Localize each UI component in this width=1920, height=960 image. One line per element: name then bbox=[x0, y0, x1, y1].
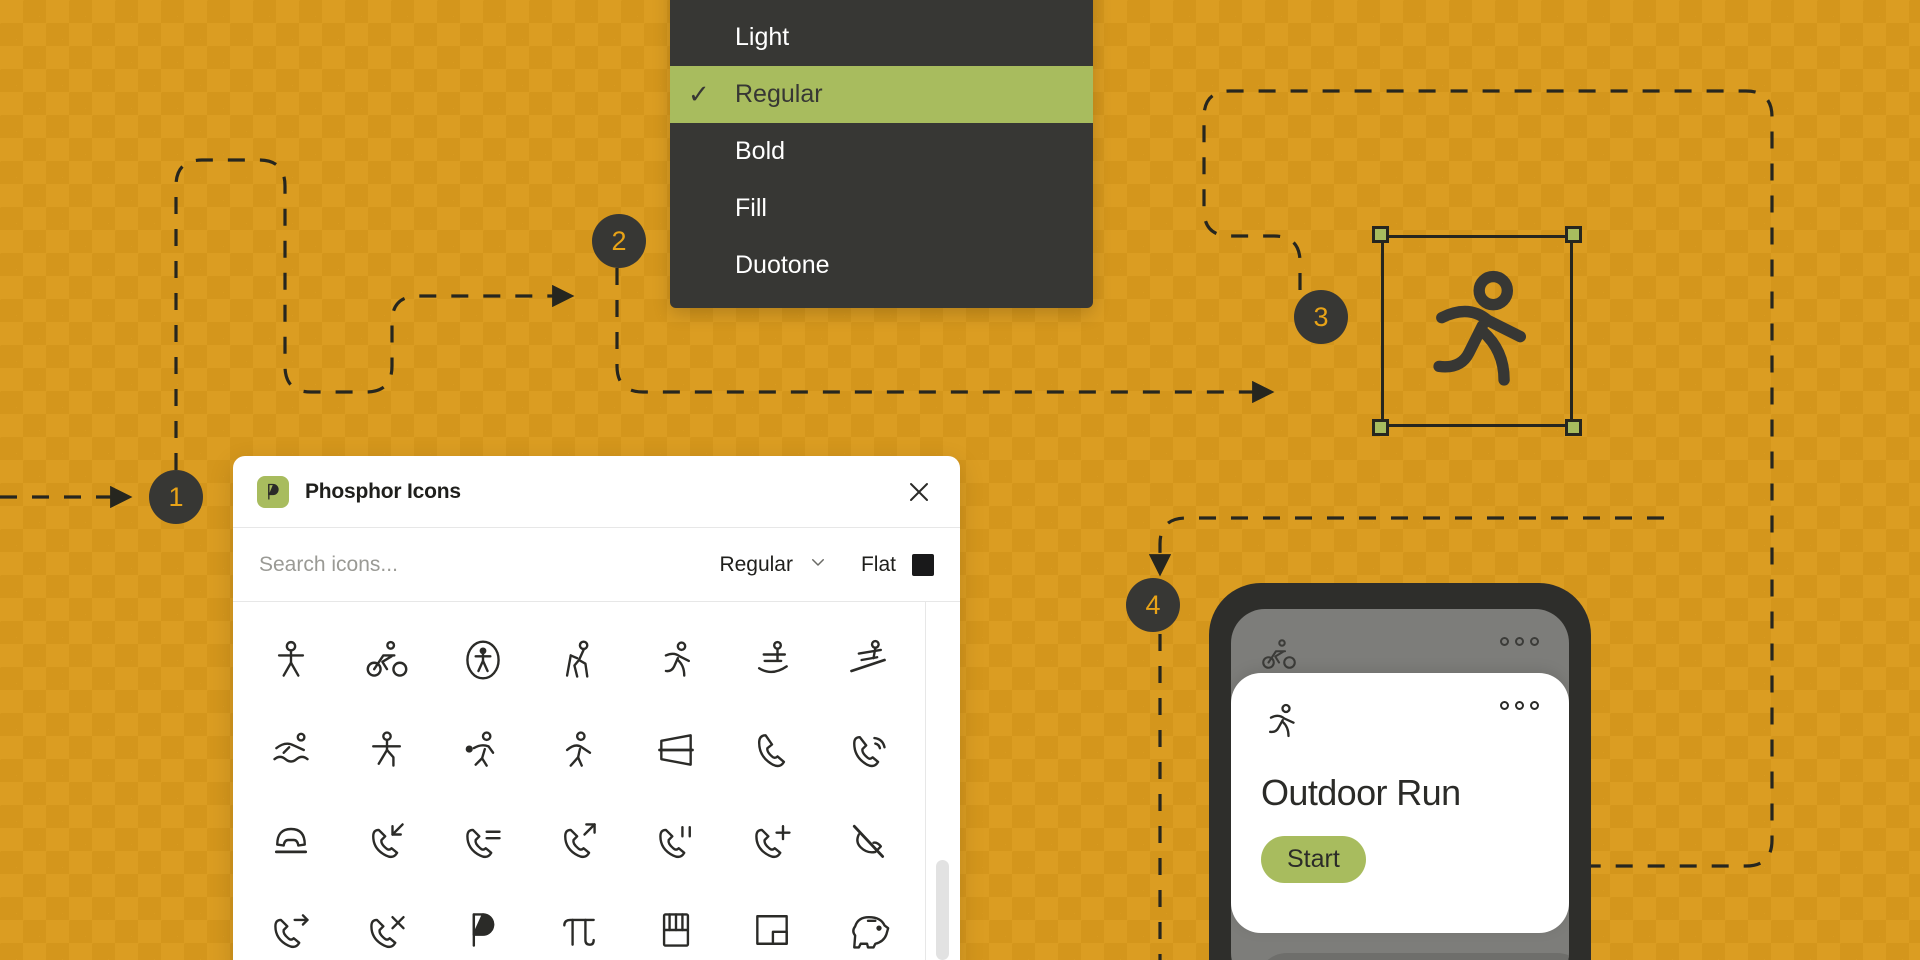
chevron-down-icon bbox=[809, 553, 827, 576]
step-badge-3: 3 bbox=[1294, 290, 1348, 344]
step-badge-label: 4 bbox=[1145, 589, 1161, 620]
workout-card-front[interactable]: Outdoor Run Start bbox=[1231, 673, 1569, 933]
canvas-selection[interactable] bbox=[1372, 226, 1582, 436]
weight-menu-item-duotone[interactable]: ✓ Duotone bbox=[670, 237, 1093, 294]
phone-screen: Outdoor Run Start bbox=[1231, 609, 1569, 960]
step-badge-4: 4 bbox=[1126, 578, 1180, 632]
step-badge-2: 2 bbox=[592, 214, 646, 268]
phosphor-logo-icon bbox=[257, 475, 289, 508]
weight-dropdown-menu[interactable]: ✓ Thin ✓ Light ✓ Regular ✓ Bold ✓ Fill ✓… bbox=[670, 0, 1093, 308]
icon-phone-slash[interactable] bbox=[820, 796, 916, 884]
card-front-top bbox=[1261, 701, 1539, 746]
weight-menu-item-thin[interactable]: ✓ Thin bbox=[670, 0, 1093, 9]
weight-menu-item-label: Bold bbox=[735, 137, 786, 165]
icon-person-simple-circle[interactable] bbox=[435, 616, 531, 704]
grid-scrollbar-thumb[interactable] bbox=[936, 860, 949, 960]
icon-picture-in-picture[interactable] bbox=[724, 886, 820, 960]
panel-title: Phosphor Icons bbox=[305, 479, 461, 503]
weight-select-label: Regular bbox=[719, 552, 793, 576]
icon-phone-plus[interactable] bbox=[724, 796, 820, 884]
dots-three-icon[interactable] bbox=[1500, 701, 1539, 710]
weight-menu-item-light[interactable]: ✓ Light bbox=[670, 9, 1093, 66]
icon-person-simple-walk[interactable] bbox=[531, 706, 627, 794]
weight-menu-item-fill[interactable]: ✓ Fill bbox=[670, 180, 1093, 237]
icon-person-simple-throw[interactable] bbox=[435, 706, 531, 794]
icon-person-simple-bike[interactable] bbox=[339, 616, 435, 704]
phone-mockup: Outdoor Run Start bbox=[1209, 583, 1591, 960]
search-input[interactable] bbox=[257, 551, 720, 578]
icon-phone-list[interactable] bbox=[435, 796, 531, 884]
icon-person-simple-bike bbox=[1261, 637, 1297, 678]
icon-person-simple-ski[interactable] bbox=[724, 616, 820, 704]
selection-handle-bottom-right[interactable] bbox=[1565, 419, 1582, 436]
selection-handle-bottom-left[interactable] bbox=[1372, 419, 1389, 436]
weight-menu-item-label: Fill bbox=[735, 194, 767, 222]
icon-phone-x[interactable] bbox=[339, 886, 435, 960]
style-select-label: Flat bbox=[860, 552, 896, 576]
icon-person[interactable] bbox=[243, 616, 339, 704]
color-swatch[interactable] bbox=[912, 553, 934, 576]
weight-menu-item-bold[interactable]: ✓ Bold bbox=[670, 123, 1093, 180]
icon-phone[interactable] bbox=[724, 706, 820, 794]
icon-person-simple-hike[interactable] bbox=[531, 616, 627, 704]
icon-phosphor-logo[interactable] bbox=[435, 886, 531, 960]
step-badge-label: 3 bbox=[1313, 301, 1329, 332]
panel-toolbar: Regular Flat bbox=[233, 528, 960, 602]
selection-handle-top-left[interactable] bbox=[1372, 226, 1389, 243]
selection-handle-top-right[interactable] bbox=[1565, 226, 1582, 243]
icon-person-simple-run[interactable] bbox=[628, 616, 724, 704]
workout-card-next[interactable] bbox=[1257, 953, 1569, 960]
workout-title: Outdoor Run bbox=[1261, 772, 1461, 813]
icon-person-simple-run[interactable] bbox=[1412, 264, 1542, 399]
icon-person-simple-tai-chi[interactable] bbox=[339, 706, 435, 794]
start-button[interactable]: Start bbox=[1261, 836, 1366, 883]
panel-header: Phosphor Icons bbox=[233, 456, 960, 528]
icon-person-simple-run bbox=[1261, 701, 1301, 746]
step-badge-label: 1 bbox=[168, 481, 184, 512]
icon-phone-call[interactable] bbox=[820, 706, 916, 794]
icon-perspective[interactable] bbox=[628, 706, 724, 794]
icon-person-simple-swim[interactable] bbox=[243, 706, 339, 794]
weight-select[interactable]: Regular bbox=[719, 553, 827, 577]
icon-phone-disconnect[interactable] bbox=[243, 796, 339, 884]
grid-scrollbar-track[interactable] bbox=[925, 602, 960, 960]
step-badge-1: 1 bbox=[149, 470, 203, 524]
icon-phone-pause[interactable] bbox=[628, 796, 724, 884]
weight-menu-item-label: Duotone bbox=[735, 251, 830, 279]
icon-phone-transfer[interactable] bbox=[243, 886, 339, 960]
canvas-stage: ✓ Thin ✓ Light ✓ Regular ✓ Bold ✓ Fill ✓… bbox=[0, 0, 1920, 960]
icon-pi[interactable] bbox=[531, 886, 627, 960]
step-badge-label: 2 bbox=[611, 225, 627, 256]
close-icon[interactable] bbox=[904, 477, 934, 507]
icon-phone-outgoing[interactable] bbox=[531, 796, 627, 884]
check-icon: ✓ bbox=[688, 79, 710, 109]
icon-grid bbox=[233, 602, 926, 960]
icon-piggy-bank[interactable] bbox=[820, 886, 916, 960]
style-select[interactable]: Flat bbox=[861, 553, 934, 577]
icon-piano-keys[interactable] bbox=[628, 886, 724, 960]
weight-menu-item-label: Regular bbox=[735, 80, 823, 108]
icon-person-simple-snowboard[interactable] bbox=[820, 616, 916, 704]
weight-menu-item-regular[interactable]: ✓ Regular bbox=[670, 66, 1093, 123]
icon-grid-wrapper bbox=[233, 602, 960, 960]
dots-three-icon[interactable] bbox=[1500, 637, 1539, 646]
icon-phone-incoming[interactable] bbox=[339, 796, 435, 884]
phosphor-icons-panel: Phosphor Icons Regular Flat bbox=[233, 456, 960, 960]
weight-menu-item-label: Light bbox=[735, 23, 790, 51]
